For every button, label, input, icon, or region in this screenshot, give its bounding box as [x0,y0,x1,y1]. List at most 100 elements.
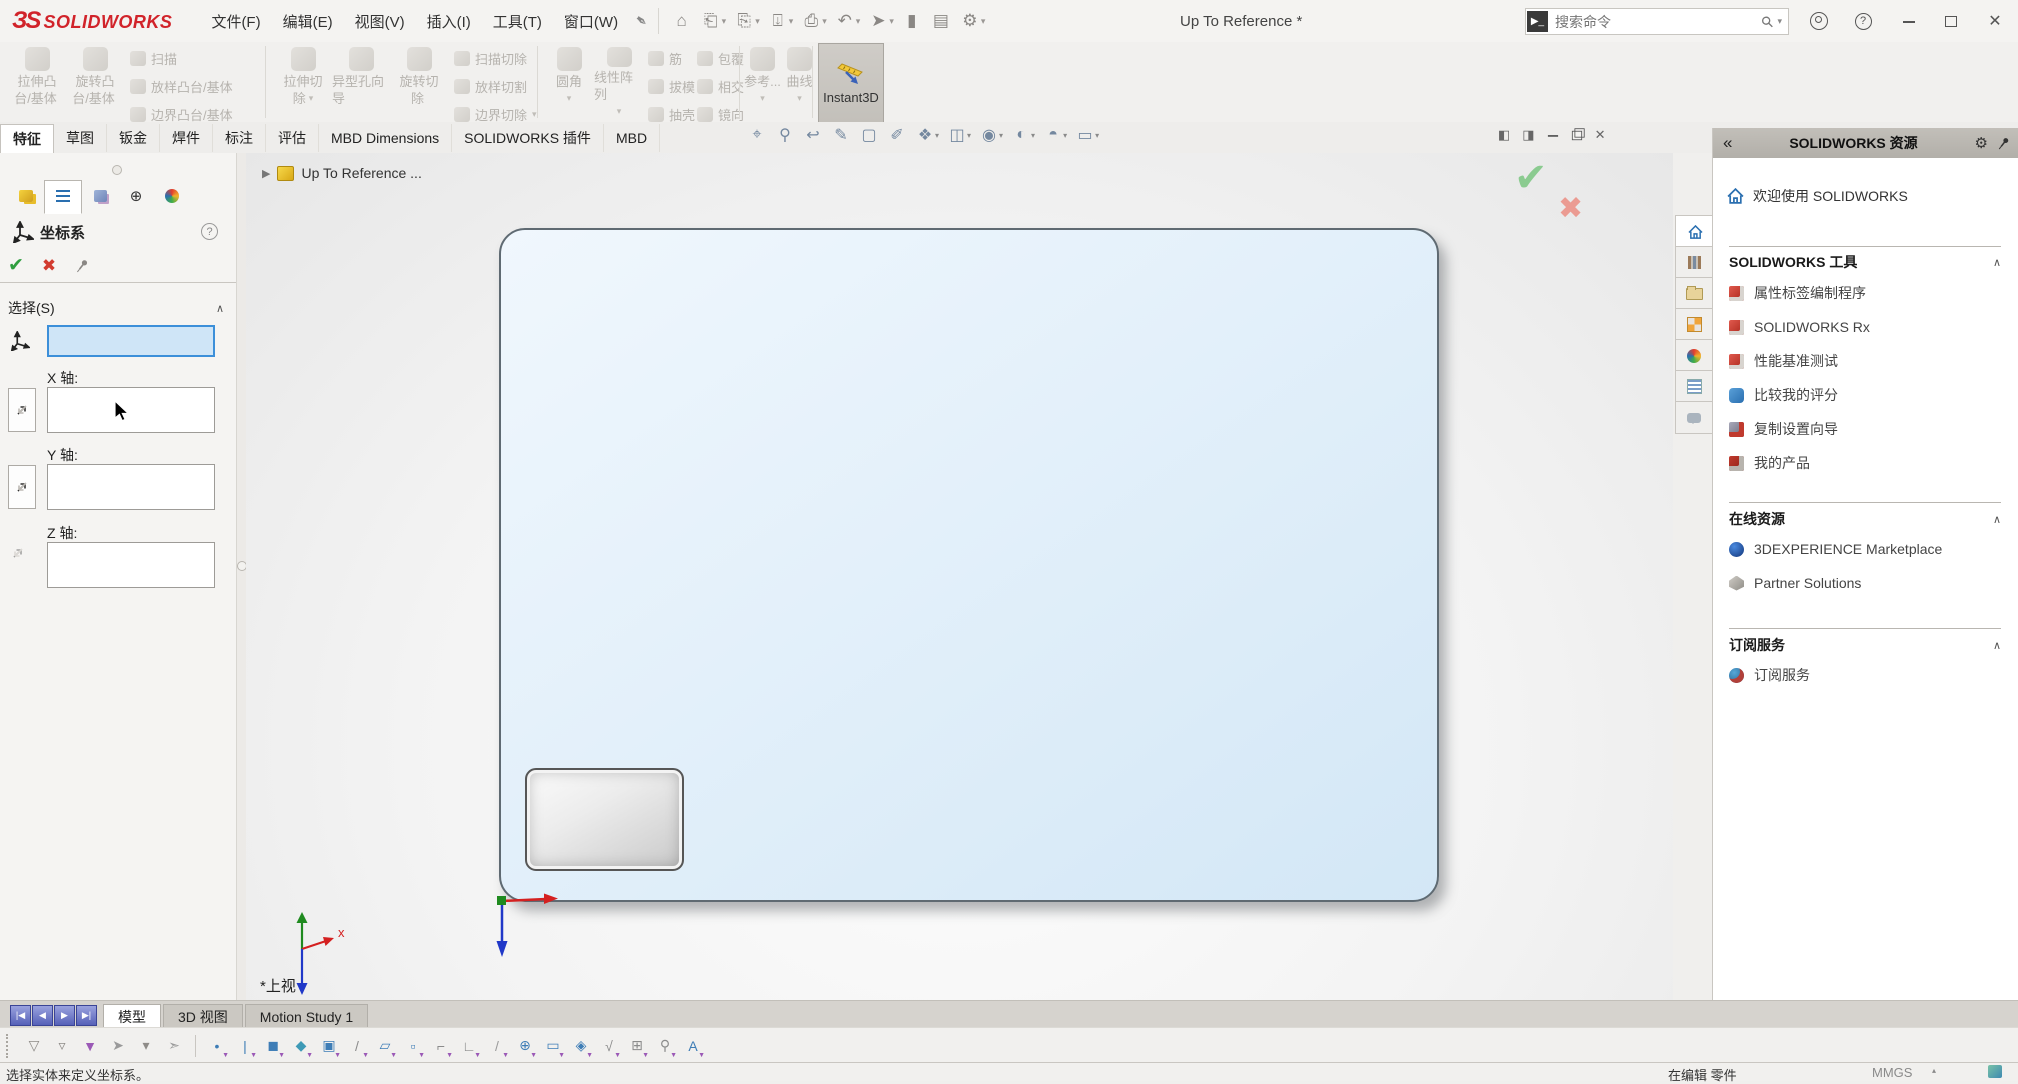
quickbar-button[interactable]: ▮ [899,9,926,33]
ribbon-small-button[interactable]: 边界凸台/基体 [130,104,238,124]
menu-item[interactable]: 窗口(W) [553,5,629,38]
document-tab[interactable]: 3D 视图 [163,1004,243,1028]
ribbon-small-button[interactable]: 镜向 [697,104,744,124]
welcome-link[interactable]: 欢迎使用 SOLIDWORKS [1727,186,1908,206]
quickbar-button[interactable]: ⌂ [669,9,696,33]
menu-item[interactable]: 编辑(E) [272,5,344,38]
confirm-cancel-icon[interactable]: ✖ [1558,191,1583,226]
document-tab[interactable]: Motion Study 1 [245,1004,368,1028]
dropdown-caret-icon[interactable]: ▾ [1095,131,1099,140]
filter-button[interactable]: ▱ [374,1035,396,1057]
headsup-button[interactable]: ◐ ▾ [1009,126,1037,144]
headsup-button[interactable]: ✐ [885,125,909,145]
commandmanager-tab[interactable]: 特征 [0,124,54,153]
ribbon-small-button[interactable]: 相交 [697,76,744,96]
taskpane-item[interactable]: 3DEXPERIENCE Marketplace [1729,532,2009,566]
dropdown-caret-icon[interactable]: ▾ [856,16,861,27]
taskpane-item[interactable]: SOLIDWORKS Rx [1729,310,2009,344]
next-tab-button[interactable]: ▶ [54,1005,75,1026]
account-button[interactable] [1802,0,1836,42]
ribbon-small-button[interactable]: 拔模 [648,76,695,96]
headsup-button[interactable]: ⌖ [745,126,769,144]
z-axis-reverse-button[interactable] [10,545,26,561]
filter-button[interactable]: ◈ [570,1035,592,1057]
filter-button[interactable]: ∟ [458,1035,480,1057]
section-header-subscription[interactable]: 订阅服务 ∧ [1729,635,2001,655]
ribbon-big-button[interactable]: 拉伸切 除▾ [274,44,332,120]
commandmanager-tab[interactable]: SOLIDWORKS 插件 [452,124,604,152]
ribbon-big-button[interactable]: 旋转凸 台/基体 [66,44,124,120]
breadcrumb-label[interactable]: Up To Reference ... [301,165,421,181]
graphics-viewport[interactable]: ▶ Up To Reference ... x *上视 ✔ ✖ [246,153,1673,1000]
ribbon-big-button[interactable]: 异型孔向导 [332,44,390,120]
commandmanager-tab[interactable]: 焊件 [160,124,213,152]
taskpane-item[interactable]: 属性标签编制程序 [1729,276,2009,310]
search-caret-icon[interactable]: ▾ [1777,16,1782,27]
doc-minimize-icon[interactable] [1547,134,1557,137]
ribbon-big-button[interactable]: 旋转切 除 [390,44,448,120]
ribbon-small-button[interactable]: 边界切除 ▾ [454,104,537,124]
first-tab-button[interactable]: |◀ [10,1005,31,1026]
filter-button[interactable]: ▿ [51,1035,73,1057]
pin-menu-icon[interactable]: ✒ [631,10,652,32]
instant3d-button[interactable]: Instant3D [818,43,884,123]
dropdown-caret-icon[interactable]: ▾ [722,16,727,27]
x-axis-reverse-button[interactable] [8,388,36,432]
tab-dimxpertmanager[interactable]: ⊕ [118,180,154,212]
ribbon-small-button[interactable]: 筋 [648,48,695,68]
quickbar-button[interactable]: ⎙ ▾ [798,9,830,33]
filter-button[interactable]: ▼ [79,1035,101,1057]
headsup-button[interactable]: ⚲ [773,125,797,145]
ribbon-small-button[interactable]: 扫描 [130,48,238,68]
pin-button[interactable] [74,258,90,274]
minimize-button[interactable] [1892,0,1926,42]
filter-button[interactable]: ⊞ [626,1035,648,1057]
quickbar-button[interactable]: ➤ ▾ [865,9,897,33]
y-axis-input[interactable] [47,464,215,510]
ribbon-small-button[interactable]: 抽壳 [648,104,695,124]
dropdown-caret-icon[interactable]: ▾ [755,16,760,27]
menu-item[interactable]: 插入(I) [416,5,482,38]
quickbar-button[interactable]: ⍗ ▾ [765,9,797,33]
units-caret-icon[interactable]: ▴ [1932,1066,1936,1075]
filter-button[interactable]: ⊕ [514,1035,536,1057]
quickbar-button[interactable]: ⚙ ▾ [957,9,989,33]
collapse-chevron-icon[interactable]: ∧ [1993,513,2001,526]
collapse-chevron-icon[interactable]: ∧ [1993,256,2001,269]
ribbon-big-button[interactable]: 拉伸凸 台/基体 [8,44,66,120]
section-header-tools[interactable]: SOLIDWORKS 工具 ∧ [1729,252,2001,272]
pane-split-right-icon[interactable]: ◨ [1522,127,1534,143]
filter-button[interactable]: / [346,1035,368,1057]
doc-restore-icon[interactable] [1571,130,1581,139]
quickbar-button[interactable]: ↶ ▾ [832,9,864,33]
tab-solidworks-resources[interactable] [1675,215,1714,248]
tab-configurationmanager[interactable] [82,180,118,212]
tab-appearances[interactable] [1675,339,1712,372]
taskpane-item[interactable]: 复制设置向导 [1729,412,2009,446]
restore-button[interactable] [1934,0,1968,42]
pin-icon[interactable] [1993,132,2014,153]
filter-button[interactable]: ◆ [290,1035,312,1057]
selection-group-header[interactable]: 选择(S) ∧ [0,295,236,321]
cancel-button[interactable]: ✖ [42,256,56,276]
filter-button[interactable]: √ [598,1035,620,1057]
dropdown-caret-icon[interactable]: ▾ [967,131,971,140]
collapse-pane-icon[interactable]: « [1723,133,1732,153]
headsup-button[interactable]: ✎ [829,125,853,145]
dropdown-caret-icon[interactable]: ▾ [889,16,894,27]
filter-button[interactable]: ▭ [542,1035,564,1057]
part-boss-feature[interactable] [525,768,684,871]
section-header-online[interactable]: 在线资源 ∧ [1729,509,2001,529]
taskpane-item[interactable]: 性能基准测试 [1729,344,2009,378]
dropdown-caret-icon[interactable]: ▾ [1031,131,1035,140]
ribbon-small-button[interactable]: 放样切割 [454,76,537,96]
collapse-chevron-icon[interactable]: ∧ [1993,639,2001,652]
units-selector[interactable]: MMGS [1872,1065,1912,1080]
dropdown-caret-icon[interactable]: ▾ [1063,131,1067,140]
tab-propertymanager[interactable] [44,180,82,214]
collapse-chevron-icon[interactable]: ∧ [216,302,224,315]
filter-button[interactable]: ➣ [163,1035,185,1057]
taskpane-item[interactable]: 我的产品 [1729,446,2009,480]
filter-button[interactable]: ⌐ [430,1035,452,1057]
y-axis-reverse-button[interactable] [8,465,36,509]
